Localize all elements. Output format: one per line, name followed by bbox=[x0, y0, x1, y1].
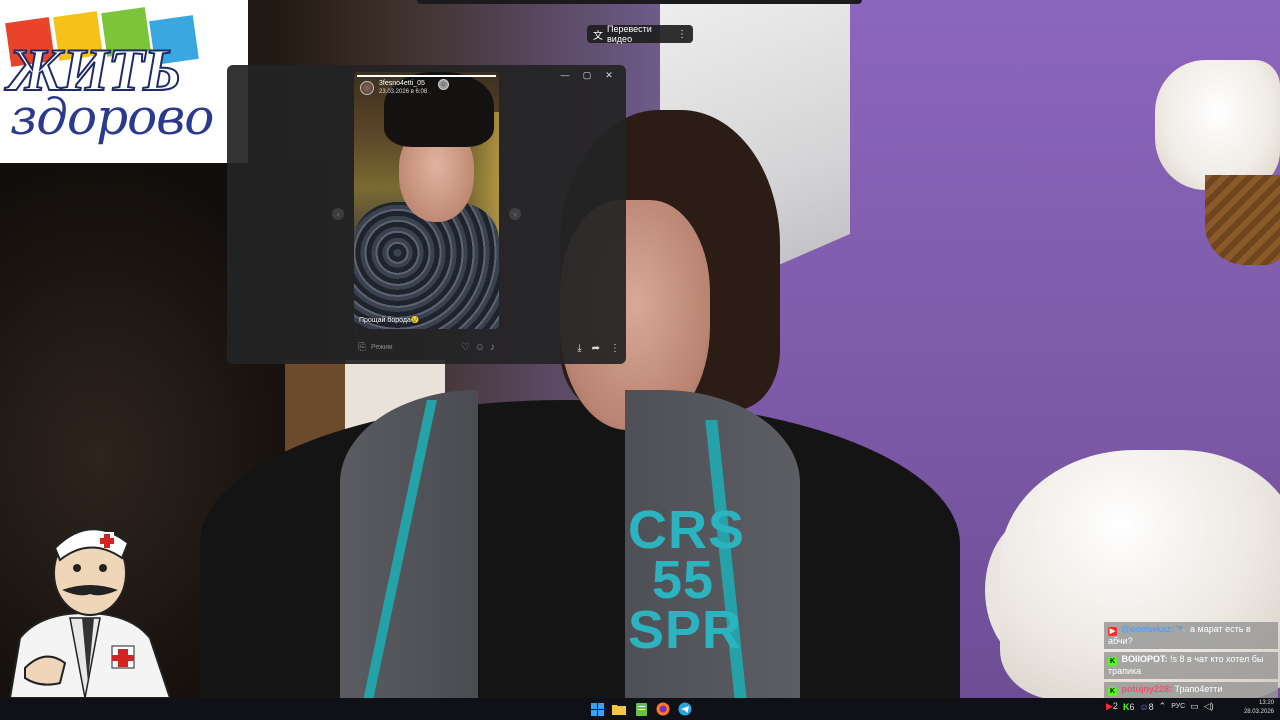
next-arrow-icon[interactable]: › bbox=[509, 208, 521, 220]
doctor-mascot bbox=[8, 528, 172, 698]
youtube-icon: ▶ bbox=[1108, 627, 1117, 636]
taskbar-apps bbox=[589, 701, 693, 717]
chat-user: BOIIOPOT: bbox=[1121, 654, 1168, 664]
like-icon[interactable]: ♡ bbox=[461, 342, 470, 353]
chat-message: K potujny228: Трапо4етти bbox=[1104, 682, 1278, 698]
system-clock[interactable]: 13:20 28.03.2026 bbox=[1244, 699, 1274, 717]
photo-camo-jacket bbox=[354, 202, 499, 329]
microphone-icon[interactable]: ♪ bbox=[490, 342, 495, 353]
reply-bar: ⎘ Режим ♡ ☺ ♪ bbox=[354, 337, 499, 357]
author-avatar[interactable] bbox=[360, 81, 374, 95]
share-icon[interactable]: ➦ bbox=[592, 343, 600, 354]
story-viewer-window: — ▢ ✕ ‹ › 3fesno4etti_05 23.03.2026 в 6:… bbox=[227, 65, 626, 364]
reply-input[interactable]: Режим bbox=[371, 344, 456, 351]
translate-label: Перевести видео bbox=[607, 24, 652, 44]
attach-icon[interactable]: ⎘ bbox=[358, 342, 366, 353]
chat-user: potujny228: bbox=[1121, 684, 1173, 694]
shirt-print-line3: SPR bbox=[628, 600, 743, 660]
close-icon[interactable]: ✕ bbox=[598, 67, 620, 83]
youtube-tray-icon[interactable]: ▶2 bbox=[1106, 701, 1118, 712]
chevron-up-icon[interactable]: ⌃ bbox=[1159, 701, 1167, 712]
volume-icon[interactable]: ◁) bbox=[1204, 701, 1214, 712]
chat-user: @oomwkaz: bbox=[1121, 624, 1174, 634]
chat-message: ▶ @oomwkaz: 🔧 а марат есть в абчи? bbox=[1104, 622, 1278, 649]
chat-text: Трапо4етти bbox=[1174, 684, 1223, 694]
chat-message: K BOIIOPOT: !s 8 в чат кто хотел бы трап… bbox=[1104, 652, 1278, 679]
telegram-icon[interactable] bbox=[677, 701, 693, 717]
youtube-count: 2 bbox=[1112, 701, 1118, 711]
basket bbox=[1205, 175, 1280, 265]
story-progress-fill bbox=[357, 75, 496, 77]
shirt-print-line2: 55 bbox=[651, 550, 715, 610]
clock-date: 28.03.2026 bbox=[1243, 709, 1274, 715]
browser-top-bar bbox=[417, 0, 862, 4]
author-name[interactable]: 3fesno4etti_05 bbox=[379, 80, 425, 87]
author-date: 23.03.2026 в 6:08 bbox=[379, 89, 428, 95]
story-progress-bar bbox=[357, 75, 496, 77]
story-caption: Прощай борода😢 bbox=[359, 317, 420, 324]
shirt-print: CRS 55 SPR bbox=[628, 500, 746, 660]
kick-icon: K bbox=[1108, 657, 1117, 666]
notepad-icon[interactable] bbox=[633, 701, 649, 717]
clock-time: 13:20 bbox=[1258, 700, 1274, 706]
translate-icon: 文 bbox=[593, 30, 603, 42]
stream-chat: ▶ @oomwkaz: 🔧 а марат есть в абчи? K BOI… bbox=[1104, 622, 1278, 701]
plush-toy bbox=[1155, 60, 1280, 190]
network-icon[interactable]: ▭ bbox=[1190, 701, 1199, 712]
author-badge-icon: ☺ bbox=[438, 79, 449, 90]
kick-tray-icon[interactable]: K6 bbox=[1123, 702, 1135, 712]
system-tray: ▶2 K6 ☺8 ⌃ РУС ▭ ◁) bbox=[1106, 701, 1214, 712]
viewers-count: 8 bbox=[1148, 701, 1154, 712]
shirt-print-line1: CRS bbox=[628, 500, 746, 560]
more-icon[interactable]: ⋮ bbox=[610, 343, 620, 354]
language-indicator[interactable]: РУС bbox=[1171, 703, 1185, 710]
viewers-tray-icon[interactable]: ☺8 bbox=[1139, 702, 1153, 712]
windows-start-icon[interactable] bbox=[589, 701, 605, 717]
window-controls: — ▢ ✕ bbox=[554, 67, 620, 83]
prev-arrow-icon[interactable]: ‹ bbox=[332, 208, 344, 220]
emoji-icon[interactable]: ☺ bbox=[475, 342, 485, 353]
story-actions: ⤓ ➦ ⋮ bbox=[577, 343, 620, 354]
maximize-icon[interactable]: ▢ bbox=[576, 67, 598, 83]
kick-icon: K bbox=[1108, 687, 1117, 696]
file-explorer-icon[interactable] bbox=[611, 701, 627, 717]
story-photo[interactable]: 3fesno4etti_05 23.03.2026 в 6:08 ☺ Проща… bbox=[354, 72, 499, 329]
translate-video-button[interactable]: 文 Перевести видео ⋮ bbox=[587, 24, 693, 44]
download-icon[interactable]: ⤓ bbox=[577, 343, 581, 354]
firefox-icon[interactable] bbox=[655, 701, 671, 717]
minimize-icon[interactable]: — bbox=[554, 67, 576, 83]
windows-taskbar: ▶2 K6 ☺8 ⌃ РУС ▭ ◁) 13:20 28.03.2026 bbox=[0, 698, 1280, 720]
show-logo: ЖИТЬ здорово bbox=[0, 0, 248, 163]
kick-count: 6 bbox=[1129, 701, 1135, 712]
more-options-icon[interactable]: ⋮ bbox=[677, 29, 687, 40]
logo-word-healthy: здорово bbox=[10, 88, 214, 146]
